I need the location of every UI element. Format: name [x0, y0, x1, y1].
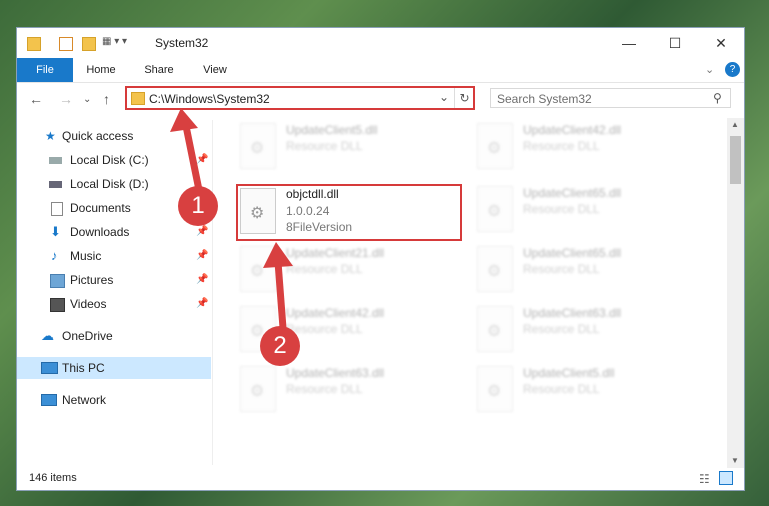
annotation-arrows: [170, 108, 293, 329]
step-badge-2: 2: [260, 326, 300, 366]
arrow-1: [170, 108, 203, 191]
step-badge-1: 1: [178, 186, 218, 226]
arrow-2: [263, 242, 293, 329]
